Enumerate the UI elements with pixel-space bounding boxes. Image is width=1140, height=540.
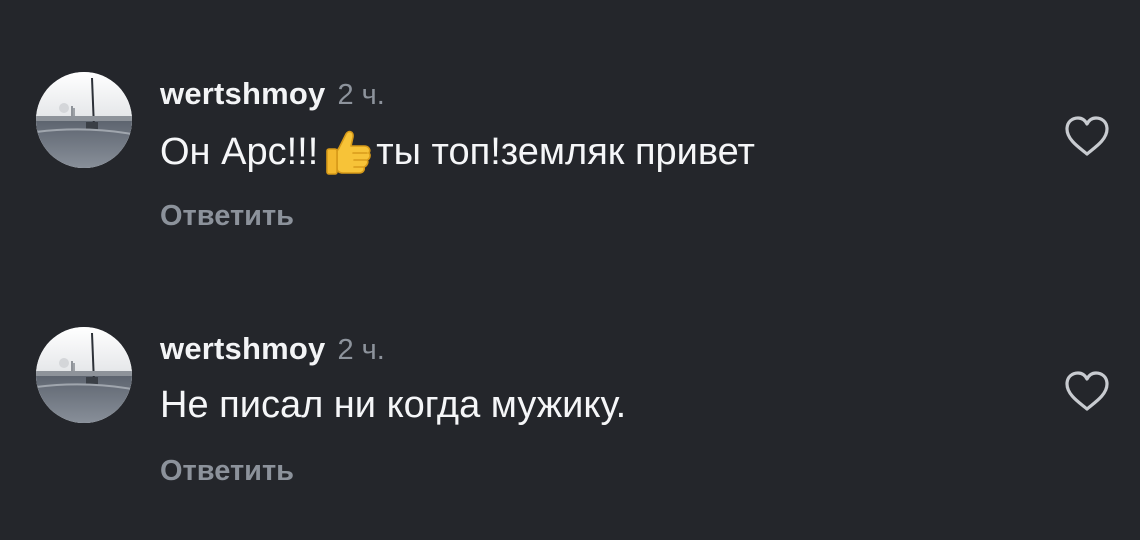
username[interactable]: wertshmoy [160, 331, 325, 367]
heart-icon[interactable] [1062, 114, 1112, 158]
comment-text: Не писал ни когда мужику. [160, 379, 626, 431]
heart-icon[interactable] [1062, 369, 1112, 413]
comment-item: wertshmoy 2 ч. Не писал ни когда мужику.… [0, 255, 1140, 510]
comment-text-part: Он Арс!!! [160, 131, 319, 173]
user-avatar[interactable] [36, 327, 132, 423]
thumbs-up-icon [319, 126, 375, 182]
comment-text-part: ты топ!земляк привет [376, 131, 755, 173]
reply-button[interactable]: Ответить [160, 455, 294, 488]
avatar-image [36, 327, 132, 423]
timestamp: 2 ч. [337, 334, 385, 366]
comment-text-part: Не писал ни когда мужику. [160, 384, 627, 426]
timestamp: 2 ч. [337, 79, 385, 111]
comment-item: wertshmoy 2 ч. Он Арс!!! ты топ!земляк п… [0, 0, 1140, 255]
user-avatar[interactable] [36, 72, 132, 168]
comment-header: wertshmoy 2 ч. [160, 331, 385, 367]
avatar-image [36, 72, 132, 168]
comment-text: Он Арс!!! ты топ!земляк привет [160, 124, 755, 180]
comment-header: wertshmoy 2 ч. [160, 76, 385, 112]
username[interactable]: wertshmoy [160, 76, 325, 112]
reply-button[interactable]: Ответить [160, 200, 294, 233]
